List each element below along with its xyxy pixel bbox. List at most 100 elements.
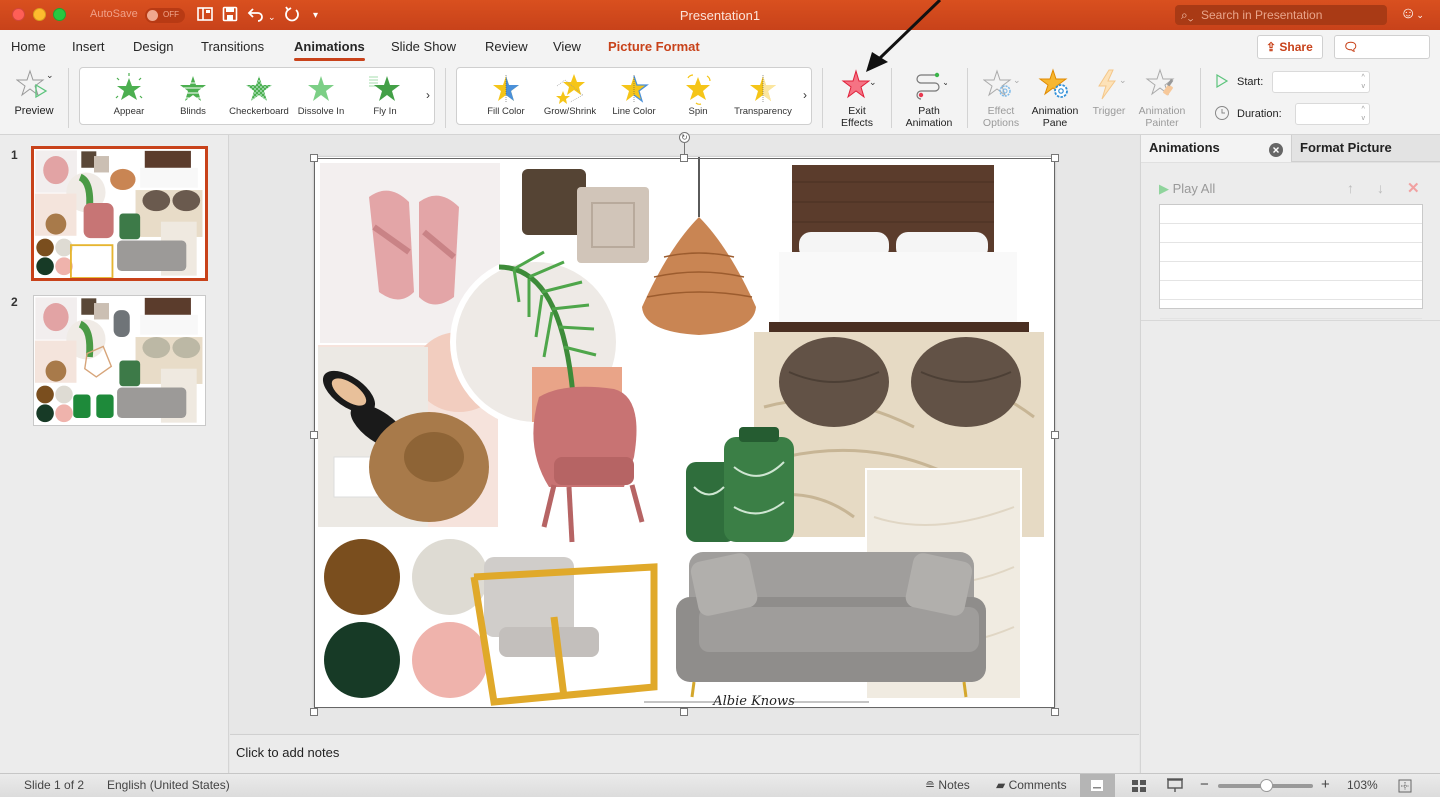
svg-text:⌄: ⌄	[1013, 75, 1019, 85]
rotate-handle-icon[interactable]: ↻	[679, 132, 690, 143]
exit-star-icon: ⌄	[841, 69, 875, 99]
animation-painter-label: Animation	[1138, 105, 1186, 117]
feedback-smiley-icon[interactable]: ☺⌄	[1400, 5, 1424, 23]
emphasis-effects-gallery: Fill Color Grow/Shrink Line Color Spin T…	[456, 67, 812, 125]
star-checkerboard-icon	[246, 76, 272, 101]
move-down-icon[interactable]: ↓	[1377, 180, 1384, 196]
tab-transitions[interactable]: Transitions	[201, 39, 264, 54]
resize-handle-top-right[interactable]	[1051, 154, 1059, 162]
effect-transparency[interactable]: Transparency	[729, 68, 797, 124]
effect-appear[interactable]: Appear	[96, 68, 162, 124]
notes-toggle-button[interactable]: ≘ Notes	[925, 778, 970, 792]
lightning-bolt-icon: ⌄	[1098, 69, 1127, 100]
resize-handle-bottom-left[interactable]	[310, 708, 318, 716]
share-button[interactable]: ⇪ Share	[1257, 35, 1323, 59]
normal-view-icon	[1091, 780, 1103, 791]
comment-icon: 🗨	[1343, 40, 1359, 54]
path-animation-button[interactable]: ⌄ Path Animation	[899, 67, 959, 129]
animation-painter-button[interactable]: Animation Painter	[1135, 67, 1189, 129]
tab-format-picture[interactable]: Format Picture	[1291, 135, 1440, 162]
effect-dissolve-in[interactable]: Dissolve In	[288, 68, 354, 124]
slide-number: 2	[11, 295, 18, 309]
star-blinds-icon	[176, 76, 210, 101]
effect-grow-shrink[interactable]: Grow/Shrink	[537, 68, 603, 124]
animation-pane: Animations Format Picture ▶ Play All ↑ ↓…	[1140, 135, 1440, 773]
resize-handle-left[interactable]	[310, 431, 318, 439]
svg-text:⌄: ⌄	[1119, 75, 1127, 85]
resize-handle-bottom[interactable]	[680, 708, 688, 716]
close-pane-icon[interactable]	[1269, 143, 1283, 157]
comments-button[interactable]: 🗨 Comments	[1334, 35, 1430, 76]
effect-label: Line Color	[612, 106, 656, 117]
resize-handle-bottom-right[interactable]	[1051, 708, 1059, 716]
exit-effects-label-2: Effects	[841, 117, 873, 129]
trigger-button[interactable]: ⌄ Trigger	[1086, 67, 1132, 117]
duration-stepper[interactable]: ^ v	[1295, 103, 1370, 125]
normal-view-button[interactable]	[1080, 774, 1115, 797]
animation-list-row[interactable]	[1160, 205, 1422, 224]
slide-thumbnail-1[interactable]	[31, 146, 208, 281]
animation-list[interactable]	[1159, 204, 1423, 319]
remove-animation-icon[interactable]: ✕	[1407, 179, 1420, 197]
animation-list-row[interactable]	[1160, 262, 1422, 281]
effect-label: Fill Color	[487, 106, 525, 117]
zoom-level[interactable]: 103%	[1347, 778, 1378, 792]
effect-options-button[interactable]: ⌄ Effect Options	[975, 67, 1027, 129]
play-all-button[interactable]: ▶ Play All	[1159, 181, 1215, 197]
tab-slide-show[interactable]: Slide Show	[391, 39, 456, 54]
notes-pane[interactable]: Click to add notes	[230, 734, 1139, 773]
start-play-icon	[1216, 74, 1229, 88]
resize-handle-right[interactable]	[1051, 431, 1059, 439]
stepper-arrows-icon: ^ v	[1361, 74, 1366, 90]
slide-sorter-icon[interactable]	[1131, 779, 1147, 792]
zoom-out-button[interactable]: −	[1200, 776, 1209, 793]
star-fill-color-icon	[493, 75, 519, 102]
start-select[interactable]: ^ v	[1272, 71, 1370, 93]
effect-line-color[interactable]: Line Color	[601, 68, 667, 124]
moodboard-picture[interactable]: Albie Knows	[314, 157, 1055, 709]
animation-list-row[interactable]	[1160, 224, 1422, 243]
tab-review[interactable]: Review	[485, 39, 528, 54]
effect-blinds[interactable]: Blinds	[160, 68, 226, 124]
gallery-next-arrow[interactable]: ›	[803, 88, 807, 102]
move-up-icon[interactable]: ↑	[1347, 180, 1354, 196]
zoom-in-button[interactable]: +	[1321, 776, 1330, 793]
comments-toggle-button[interactable]: ▰ Comments	[996, 778, 1067, 792]
effect-fly-in[interactable]: Fly In	[352, 68, 418, 124]
current-slide[interactable]: Albie Knows	[314, 157, 1055, 709]
tab-view[interactable]: View	[553, 39, 581, 54]
search-input[interactable]: ⌕⌄ Search in Presentation	[1175, 5, 1387, 25]
preview-button[interactable]: ⌄ Preview	[8, 67, 60, 117]
tab-picture-format[interactable]: Picture Format	[608, 39, 700, 54]
svg-text:⌄: ⌄	[46, 70, 52, 80]
reading-view-icon[interactable]	[1167, 778, 1183, 793]
effect-spin[interactable]: Spin	[665, 68, 731, 124]
resize-handle-top-left[interactable]	[310, 154, 318, 162]
animation-list-row[interactable]	[1160, 281, 1422, 300]
animation-pane-button[interactable]: Animation Pane	[1028, 67, 1082, 129]
effect-fill-color[interactable]: Fill Color	[473, 68, 539, 124]
tab-animations[interactable]: Animations	[294, 39, 365, 61]
animation-list-row[interactable]	[1160, 300, 1422, 319]
fit-to-window-icon[interactable]	[1398, 779, 1412, 793]
effect-label: Grow/Shrink	[543, 106, 597, 117]
gallery-next-arrow[interactable]: ›	[426, 88, 430, 102]
comment-bubble-icon: ▰	[996, 778, 1006, 792]
animation-list-row[interactable]	[1160, 243, 1422, 262]
brown-pillow-image	[522, 169, 586, 235]
star-grow-shrink-icon	[556, 74, 585, 104]
divider	[1141, 162, 1440, 163]
zoom-slider[interactable]	[1218, 779, 1313, 792]
tab-insert[interactable]: Insert	[72, 39, 105, 54]
status-bar: Slide 1 of 2 English (United States) ≘ N…	[0, 773, 1440, 797]
resize-handle-top[interactable]	[680, 154, 688, 162]
zoom-slider-knob[interactable]	[1259, 779, 1273, 792]
exit-effects-button[interactable]: ⌄ Exit Effects	[832, 67, 882, 129]
effect-label: Checkerboard	[229, 106, 289, 117]
palette-swatch-green	[324, 622, 400, 698]
slide-thumbnail-2[interactable]	[33, 295, 206, 426]
tab-home[interactable]: Home	[11, 39, 46, 54]
effect-checkerboard[interactable]: Checkerboard	[225, 68, 293, 124]
language-indicator[interactable]: English (United States)	[107, 778, 230, 792]
tab-design[interactable]: Design	[133, 39, 173, 54]
